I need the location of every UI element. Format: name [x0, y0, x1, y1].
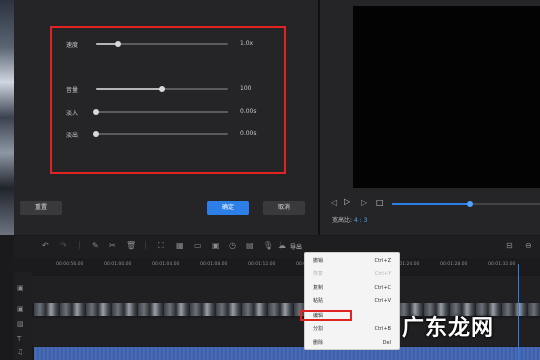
reset-button[interactable]: 重置	[20, 201, 62, 215]
menu-item-delete[interactable]: 删除 Del	[305, 338, 399, 349]
redo-icon[interactable]: ↷	[60, 241, 67, 250]
fade-out-value: 0.00s	[240, 130, 257, 137]
menu-highlight-box	[300, 310, 352, 321]
menu-item-paste[interactable]: 粘贴 Ctrl+V	[305, 296, 399, 307]
scissors-icon[interactable]: ✂	[109, 241, 116, 250]
overlay-track-lane[interactable]	[32, 276, 540, 290]
play-icon[interactable]: ▷	[344, 197, 350, 206]
menu-item-undo[interactable]: 撤销 Ctrl+Z	[305, 256, 399, 267]
playhead[interactable]	[518, 264, 519, 360]
export-button[interactable]: 导出	[290, 242, 302, 251]
fit-timeline-icon[interactable]: ⊟	[506, 241, 513, 250]
aspect-ratio-label: 宽高比:	[332, 217, 353, 224]
volume-value: 100	[240, 85, 252, 92]
clock-icon[interactable]: ◷	[229, 241, 236, 250]
stop-icon[interactable]: □	[376, 198, 384, 207]
ruler-tick-label: 00:01:32.00	[488, 262, 516, 267]
aspect-ratio[interactable]: 宽高比: 4 : 3	[332, 215, 367, 224]
menu-item-copy[interactable]: 复制 Ctrl+C	[305, 283, 399, 294]
volume-label: 音量	[66, 87, 79, 94]
context-menu: 撤销 Ctrl+Z 恢复 Ctrl+Y 复制 Ctrl+C 粘贴 Ctrl+V …	[304, 252, 400, 350]
picture-track-lane[interactable]	[32, 290, 540, 304]
fade-out-slider[interactable]	[96, 133, 228, 135]
next-frame-icon[interactable]: ▷	[361, 198, 367, 207]
preview-video	[353, 6, 540, 188]
ruler-tick-label: 00:01:28.00	[440, 262, 468, 267]
fade-in-slider-knob[interactable]	[93, 109, 99, 115]
fade-in-slider[interactable]	[96, 111, 228, 113]
text-track-icon[interactable]: T	[17, 335, 21, 343]
undo-icon[interactable]: ↶	[42, 241, 49, 250]
ruler-tick-label: 00:01:04.00	[152, 262, 180, 267]
microphone-icon[interactable]: 🎙	[263, 241, 273, 250]
picture-track-icon[interactable]: ▣	[17, 284, 24, 292]
zoom-out-icon[interactable]: ⊖	[525, 241, 532, 250]
video-track-icon[interactable]: ▣	[17, 305, 24, 313]
aspect-ratio-value: 4 : 3	[353, 217, 368, 224]
fade-out-label: 淡出	[66, 132, 79, 139]
freeze-icon[interactable]: ▣	[212, 241, 220, 250]
ruler-tick-label: 00:01:08.00	[200, 262, 228, 267]
mosaic-icon[interactable]: ▦	[176, 241, 184, 250]
speed-value: 1.0x	[240, 40, 254, 47]
fade-in-value: 0.00s	[240, 108, 257, 115]
pen-icon[interactable]: ✎	[92, 241, 99, 250]
filter-track-icon[interactable]: ▨	[17, 320, 24, 328]
background-photo-strip	[0, 0, 14, 235]
fade-in-label: 淡入	[66, 110, 79, 117]
toolbar-separator: |	[144, 240, 147, 249]
menu-item-split[interactable]: 分割 Ctrl+B	[305, 324, 399, 335]
picture-icon[interactable]: ▤	[246, 241, 254, 250]
watermark: 广东龙网	[402, 316, 495, 341]
music-track-icon[interactable]: ♫	[17, 348, 23, 356]
ruler-tick-label: 00:00:56.00	[56, 262, 84, 267]
cancel-button[interactable]: 取消	[263, 201, 305, 215]
menu-item-redo[interactable]: 恢复 Ctrl+Y	[305, 269, 399, 280]
audio-clip[interactable]	[34, 347, 540, 360]
volume-slider-fill	[96, 88, 162, 90]
confirm-button[interactable]: 确定	[207, 201, 249, 215]
volume-slider-knob[interactable]	[159, 86, 165, 92]
screen-icon[interactable]: ▭	[194, 241, 202, 250]
toolbar-separator: |	[78, 240, 81, 249]
ruler-tick-label: 00:01:12.00	[248, 262, 276, 267]
crop-icon[interactable]: ⛶	[158, 241, 164, 251]
export-icon[interactable]: ☁	[278, 241, 286, 250]
trash-icon[interactable]: 🗑	[126, 241, 136, 250]
ruler-tick-label: 00:01:00.00	[104, 262, 132, 267]
speed-label: 速度	[66, 42, 79, 49]
preview-progress-fill	[392, 203, 471, 205]
prev-frame-icon[interactable]: ◁	[331, 198, 337, 207]
highlight-box	[50, 26, 286, 174]
fade-out-slider-knob[interactable]	[93, 131, 99, 137]
